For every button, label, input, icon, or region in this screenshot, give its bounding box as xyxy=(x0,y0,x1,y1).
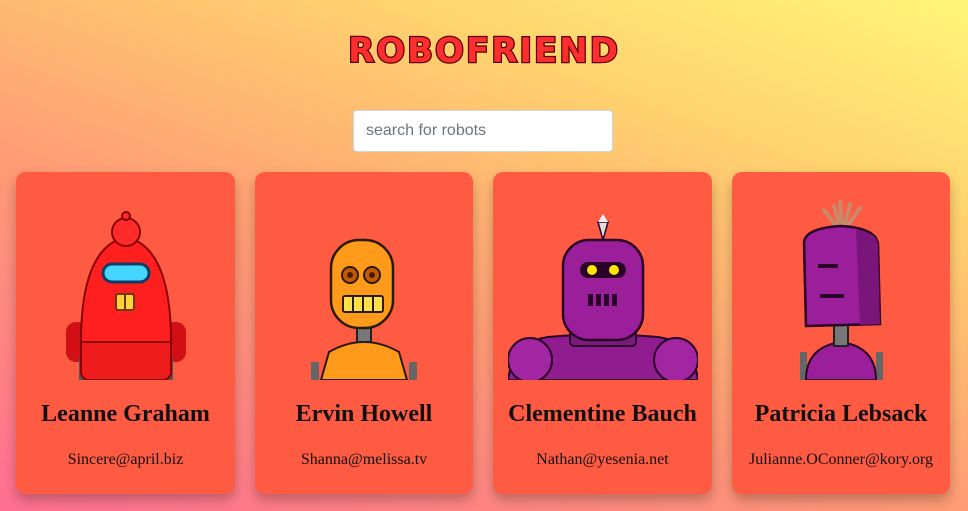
search-input[interactable] xyxy=(353,110,613,152)
robot-email: Sincere@april.biz xyxy=(67,451,184,468)
app-logo: ROBOFRIEND xyxy=(0,28,968,72)
robot-avatar xyxy=(16,192,235,380)
robot-name: Clementine Bauch xyxy=(508,401,697,427)
robot-email: Julianne.OConner@kory.org xyxy=(748,451,934,468)
robot-card[interactable]: Ervin Howell Shanna@melissa.tv xyxy=(255,172,473,494)
robot-name: Ervin Howell xyxy=(295,401,433,427)
robot-avatar xyxy=(732,192,950,380)
robot-email: Shanna@melissa.tv xyxy=(300,451,428,468)
robot-email: Nathan@yesenia.net xyxy=(536,451,669,468)
robot-name: Leanne Graham xyxy=(41,401,210,427)
robot-name: Patricia Lebsack xyxy=(754,401,928,427)
robot-card[interactable]: Clementine Bauch Nathan@yesenia.net xyxy=(493,172,712,494)
robot-avatar xyxy=(255,192,473,380)
robot-card[interactable]: Patricia Lebsack Julianne.OConner@kory.o… xyxy=(732,172,950,494)
robot-card[interactable]: Leanne Graham Sincere@april.biz xyxy=(16,172,235,494)
app-title: ROBOFRIEND xyxy=(348,31,620,71)
app-title-wordart: ROBOFRIEND xyxy=(347,30,620,72)
robot-avatar xyxy=(493,192,712,380)
